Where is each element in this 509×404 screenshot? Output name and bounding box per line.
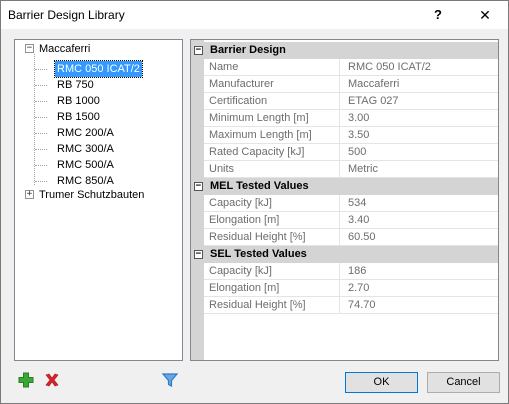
tree-node-trumer[interactable]: + Trumer Schutzbauten <box>15 187 180 203</box>
property-value[interactable]: Metric <box>340 161 498 178</box>
category-barrier-design[interactable]: − Barrier Design <box>191 42 498 59</box>
add-button[interactable] <box>17 371 35 389</box>
funnel-icon <box>161 373 179 387</box>
collapse-icon[interactable]: − <box>194 46 203 55</box>
property-name: Capacity [kJ] <box>204 263 340 280</box>
property-value[interactable]: RMC 050 ICAT/2 <box>340 59 498 76</box>
tree-node-label: RMC 300/A <box>57 143 114 155</box>
category-sel-tested-values[interactable]: − SEL Tested Values <box>191 246 498 263</box>
property-grid[interactable]: − Barrier Design Name RMC 050 ICAT/2 Man… <box>190 39 499 361</box>
property-row[interactable]: Capacity [kJ] 186 <box>191 263 498 280</box>
tree-node-label: RMC 050 ICAT/2 <box>54 60 143 78</box>
collapse-icon[interactable]: − <box>194 250 203 259</box>
property-name: Units <box>204 161 340 178</box>
collapse-icon[interactable]: − <box>25 44 34 53</box>
tree-node-child[interactable]: RMC 500/A <box>15 157 180 173</box>
x-icon <box>45 373 59 387</box>
property-name: Residual Height [%] <box>204 229 340 246</box>
dialog-window: Barrier Design Library ? ✕ − Maccaferri … <box>0 0 509 404</box>
tree-node-maccaferri[interactable]: − Maccaferri <box>15 41 180 57</box>
tree-node-child[interactable]: RMC 200/A <box>15 125 180 141</box>
tree-node-label: RMC 200/A <box>57 127 114 139</box>
property-name: Rated Capacity [kJ] <box>204 144 340 161</box>
tree-node-label: RMC 500/A <box>57 159 114 171</box>
property-value[interactable]: 3.00 <box>340 110 498 127</box>
category-label: MEL Tested Values <box>210 180 309 192</box>
category-label: SEL Tested Values <box>210 248 307 260</box>
property-value[interactable]: 74.70 <box>340 297 498 314</box>
property-name: Residual Height [%] <box>204 297 340 314</box>
property-row[interactable]: Certification ETAG 027 <box>191 93 498 110</box>
plus-icon <box>18 372 34 388</box>
property-row[interactable]: Rated Capacity [kJ] 500 <box>191 144 498 161</box>
property-name: Elongation [m] <box>204 212 340 229</box>
tree-node-label: RB 750 <box>57 79 94 91</box>
property-row[interactable]: Name RMC 050 ICAT/2 <box>191 59 498 76</box>
property-row[interactable]: Residual Height [%] 60.50 <box>191 229 498 246</box>
property-name: Certification <box>204 93 340 110</box>
property-value[interactable]: 2.70 <box>340 280 498 297</box>
help-button[interactable]: ? <box>415 1 461 29</box>
tree-node-label: Trumer Schutzbauten <box>39 189 145 201</box>
property-value[interactable]: Maccaferri <box>340 76 498 93</box>
tree-node-label: Maccaferri <box>39 43 91 55</box>
cancel-button[interactable]: Cancel <box>427 372 500 393</box>
title-bar: Barrier Design Library ? ✕ <box>1 1 508 29</box>
tree-node-child[interactable]: RB 1500 <box>15 109 180 125</box>
property-name: Maximum Length [m] <box>204 127 340 144</box>
property-value[interactable]: 3.50 <box>340 127 498 144</box>
property-row[interactable]: Elongation [m] 2.70 <box>191 280 498 297</box>
property-row[interactable]: Minimum Length [m] 3.00 <box>191 110 498 127</box>
property-value[interactable]: 186 <box>340 263 498 280</box>
property-value[interactable]: 534 <box>340 195 498 212</box>
property-name: Manufacturer <box>204 76 340 93</box>
category-mel-tested-values[interactable]: − MEL Tested Values <box>191 178 498 195</box>
property-row[interactable]: Units Metric <box>191 161 498 178</box>
close-button[interactable]: ✕ <box>462 1 508 29</box>
window-title: Barrier Design Library <box>8 8 125 22</box>
property-name: Name <box>204 59 340 76</box>
property-row[interactable]: Elongation [m] 3.40 <box>191 212 498 229</box>
property-value[interactable]: 500 <box>340 144 498 161</box>
barrier-tree[interactable]: − Maccaferri RMC 050 ICAT/2 RB 750 RB 10… <box>14 39 183 361</box>
property-row[interactable]: Capacity [kJ] 534 <box>191 195 498 212</box>
property-row[interactable]: Manufacturer Maccaferri <box>191 76 498 93</box>
property-name: Elongation [m] <box>204 280 340 297</box>
collapse-icon[interactable]: − <box>194 182 203 191</box>
expand-icon[interactable]: + <box>25 190 34 199</box>
property-row[interactable]: Residual Height [%] 74.70 <box>191 297 498 314</box>
tree-node-label: RB 1000 <box>57 95 100 107</box>
ok-button[interactable]: OK <box>345 372 418 393</box>
property-name: Minimum Length [m] <box>204 110 340 127</box>
delete-button[interactable] <box>43 371 61 389</box>
property-value[interactable]: ETAG 027 <box>340 93 498 110</box>
tree-node-child[interactable]: RB 1000 <box>15 93 180 109</box>
property-row[interactable]: Maximum Length [m] 3.50 <box>191 127 498 144</box>
tree-node-label: RB 1500 <box>57 111 100 123</box>
property-value[interactable]: 60.50 <box>340 229 498 246</box>
tree-node-child[interactable]: RMC 300/A <box>15 141 180 157</box>
tree-node-child[interactable]: RMC 050 ICAT/2 <box>15 60 180 78</box>
property-name: Capacity [kJ] <box>204 195 340 212</box>
property-value[interactable]: 3.40 <box>340 212 498 229</box>
category-label: Barrier Design <box>210 44 286 56</box>
tree-node-child[interactable]: RB 750 <box>15 77 180 93</box>
filter-button[interactable] <box>161 371 179 389</box>
